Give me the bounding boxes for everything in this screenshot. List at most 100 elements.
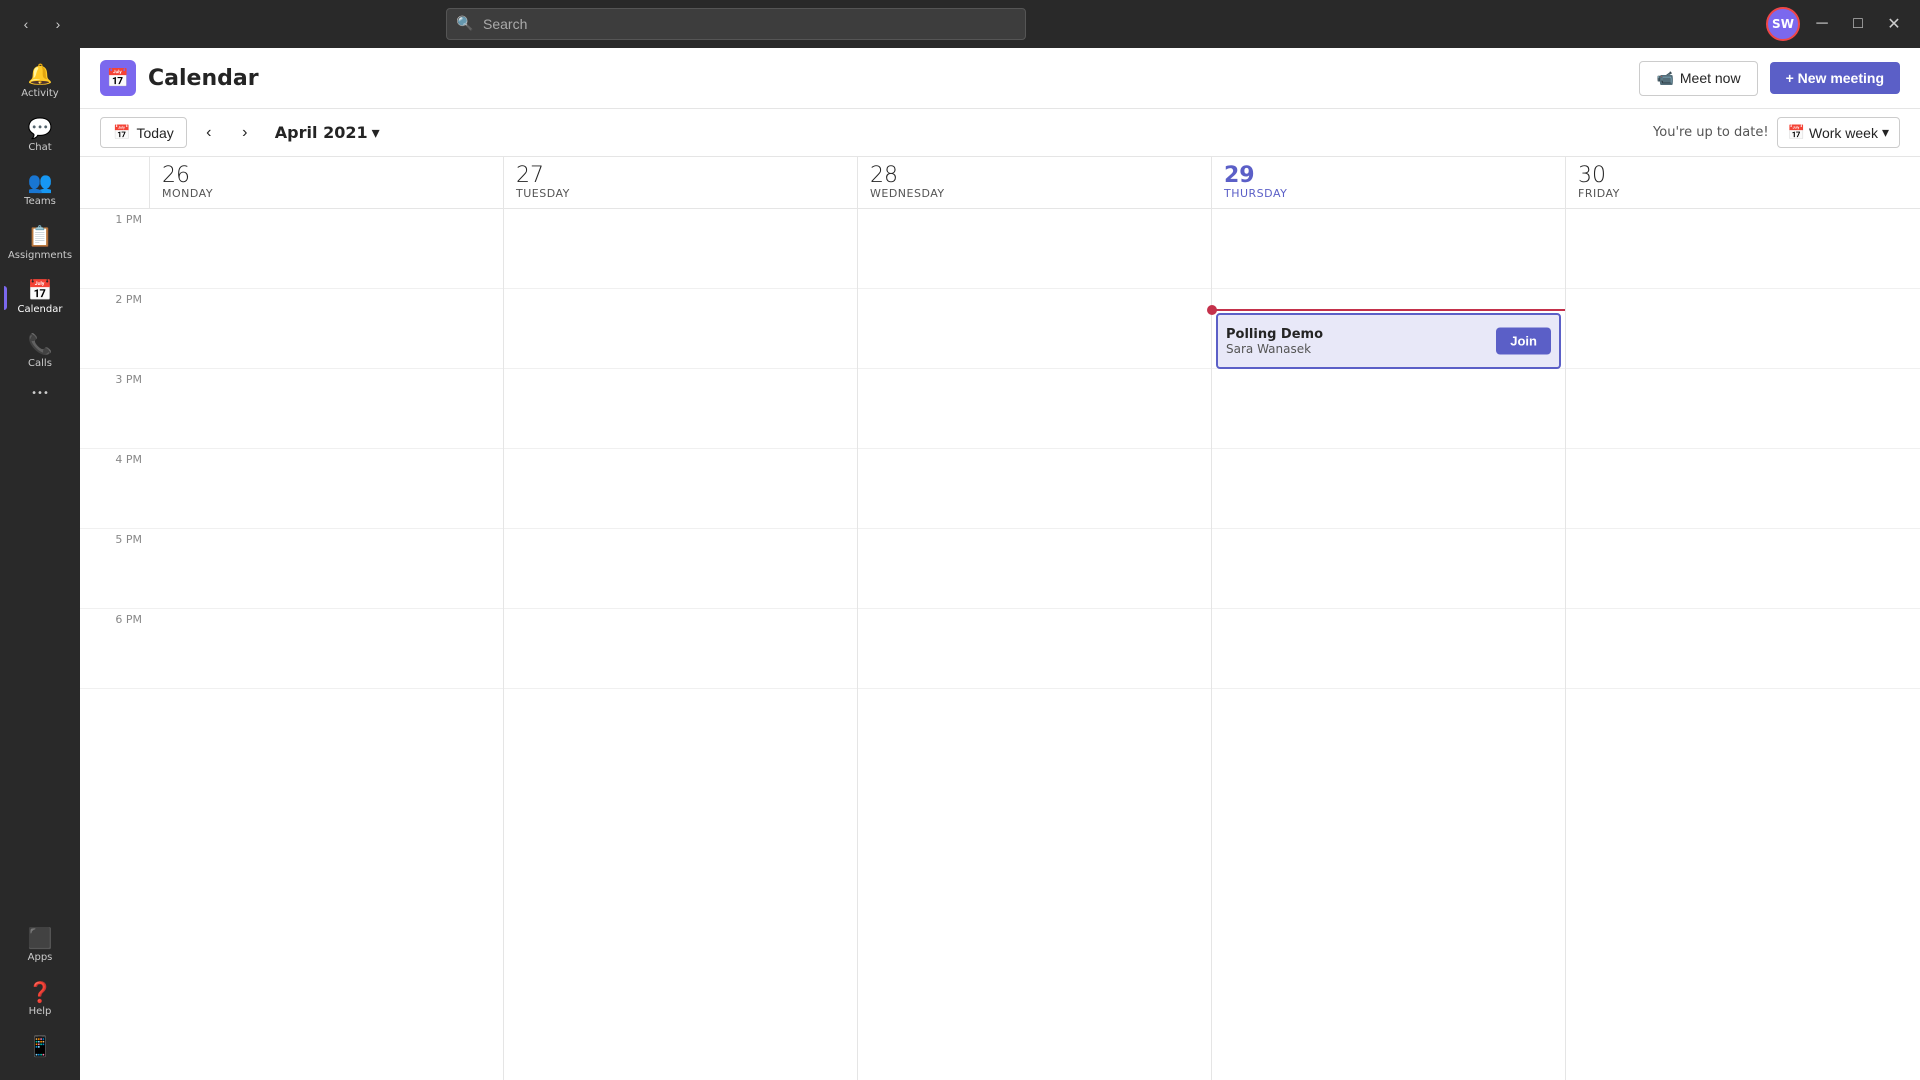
day-slot (1566, 289, 1920, 369)
sidebar: 🔔 Activity 💬 Chat 👥 Teams 📋 Assignments … (0, 48, 80, 1080)
apps-icon: ⬛ (28, 928, 53, 948)
calendar-body: 1 PM 2 PM 3 PM 4 PM 5 PM 6 PM (80, 209, 1920, 1080)
sidebar-item-activity[interactable]: 🔔 Activity (4, 56, 76, 108)
day-slot (858, 369, 1211, 449)
title-bar: ‹ › 🔍 SW ─ □ ✕ (0, 0, 1920, 48)
day-col-fri (1566, 209, 1920, 1080)
month-text: April 2021 (275, 123, 368, 142)
sidebar-bottom: ⬛ Apps ❓ Help 📱 (4, 920, 76, 1072)
chevron-down-icon: ▾ (372, 123, 380, 142)
sidebar-item-device[interactable]: 📱 (4, 1028, 76, 1064)
day-header-wed: 28 Wednesday (858, 157, 1212, 208)
day-slot (504, 609, 857, 689)
day-slot (504, 529, 857, 609)
day-name: Tuesday (516, 187, 845, 200)
day-header-mon: 26 Monday (150, 157, 504, 208)
chevron-down-icon: ▾ (1882, 124, 1889, 141)
calendar-header-right: 📹 Meet now + New meeting (1639, 61, 1900, 96)
day-header-tue: 27 Tuesday (504, 157, 858, 208)
today-label: Today (136, 125, 173, 141)
calendar-grid: 26 Monday 27 Tuesday 28 Wednesday 29 Thu… (80, 157, 1920, 1080)
day-slot (1566, 369, 1920, 449)
search-input[interactable] (446, 8, 1026, 40)
calendar-title-group: 📅 Calendar (100, 60, 259, 96)
day-col-tue (504, 209, 858, 1080)
day-slot (1566, 449, 1920, 529)
join-button[interactable]: Join (1496, 328, 1551, 355)
day-slot (858, 209, 1211, 289)
search-icon: 🔍 (456, 16, 473, 32)
day-slot (858, 289, 1211, 369)
sidebar-item-label: Activity (21, 88, 58, 100)
calendar-header: 📅 Calendar 📹 Meet now + New meeting (80, 48, 1920, 109)
day-slot (1212, 369, 1565, 449)
back-button[interactable]: ‹ (12, 10, 40, 38)
day-num: 30 (1578, 165, 1908, 187)
day-name: Wednesday (870, 187, 1199, 200)
maximize-button[interactable]: □ (1844, 10, 1872, 38)
day-name: Monday (162, 187, 491, 200)
content-area: 📅 Calendar 📹 Meet now + New meeting 📅 To… (80, 48, 1920, 1080)
day-slot (150, 209, 503, 289)
calendar-days-header: 26 Monday 27 Tuesday 28 Wednesday 29 Thu… (80, 157, 1920, 209)
day-num: 26 (162, 165, 491, 187)
day-slot (504, 209, 857, 289)
day-slot (504, 449, 857, 529)
chat-icon: 💬 (28, 118, 53, 138)
day-slot (504, 369, 857, 449)
today-button[interactable]: 📅 Today (100, 117, 187, 148)
sidebar-item-label: Teams (24, 196, 56, 208)
day-num: 29 (1224, 165, 1553, 187)
day-col-mon (150, 209, 504, 1080)
sidebar-item-chat[interactable]: 💬 Chat (4, 110, 76, 162)
month-label[interactable]: April 2021 ▾ (267, 119, 388, 146)
calendar-grid-wrap: 26 Monday 27 Tuesday 28 Wednesday 29 Thu… (80, 157, 1920, 1080)
sidebar-item-calendar[interactable]: 📅 Calendar (4, 272, 76, 324)
view-icon: 📅 (1788, 124, 1805, 141)
avatar[interactable]: SW (1766, 7, 1800, 41)
sidebar-item-assignments[interactable]: 📋 Assignments (4, 218, 76, 270)
sidebar-item-label: Calls (28, 358, 52, 370)
new-meeting-label: + New meeting (1786, 70, 1884, 86)
sidebar-item-more[interactable]: ••• (4, 380, 76, 408)
prev-arrow[interactable]: ‹ (195, 119, 223, 147)
sidebar-item-help[interactable]: ❓ Help (4, 974, 76, 1026)
day-slot (150, 449, 503, 529)
assignments-icon: 📋 (28, 226, 53, 246)
teams-icon: 👥 (28, 172, 53, 192)
uptodate-message: You're up to date! (1653, 125, 1769, 140)
close-button[interactable]: ✕ (1880, 10, 1908, 38)
day-header-fri: 30 Friday (1566, 157, 1920, 208)
minimize-button[interactable]: ─ (1808, 10, 1836, 38)
day-slot (858, 449, 1211, 529)
day-name: Thursday (1224, 187, 1553, 200)
day-slot (1212, 529, 1565, 609)
calendar-app-icon: 📅 (100, 60, 136, 96)
forward-button[interactable]: › (44, 10, 72, 38)
video-icon: 📹 (1656, 70, 1673, 87)
meet-now-label: Meet now (1680, 70, 1741, 86)
sidebar-item-apps[interactable]: ⬛ Apps (4, 920, 76, 972)
day-slot (858, 609, 1211, 689)
next-arrow[interactable]: › (231, 119, 259, 147)
view-label: Work week (1809, 125, 1878, 141)
meet-now-button[interactable]: 📹 Meet now (1639, 61, 1757, 96)
sidebar-item-calls[interactable]: 📞 Calls (4, 326, 76, 378)
sidebar-item-label: Calendar (18, 304, 63, 316)
sidebar-item-label: Assignments (8, 250, 72, 262)
sidebar-item-label: Chat (28, 142, 51, 154)
day-slot (150, 529, 503, 609)
more-icon: ••• (31, 388, 49, 400)
time-slots: 1 PM 2 PM 3 PM 4 PM 5 PM 6 PM (80, 209, 150, 1080)
new-meeting-button[interactable]: + New meeting (1770, 62, 1900, 94)
workweek-button[interactable]: 📅 Work week ▾ (1777, 117, 1900, 148)
sidebar-item-teams[interactable]: 👥 Teams (4, 164, 76, 216)
day-slot (858, 529, 1211, 609)
day-name: Friday (1578, 187, 1908, 200)
day-slot (1566, 209, 1920, 289)
calendar-small-icon: 📅 (113, 124, 130, 141)
time-slot-5pm: 5 PM (80, 529, 150, 609)
activity-icon: 🔔 (28, 64, 53, 84)
calendar-nav: 📅 Today ‹ › April 2021 ▾ You're up to da… (80, 109, 1920, 157)
event-card[interactable]: Polling Demo Sara Wanasek Join (1216, 313, 1561, 369)
